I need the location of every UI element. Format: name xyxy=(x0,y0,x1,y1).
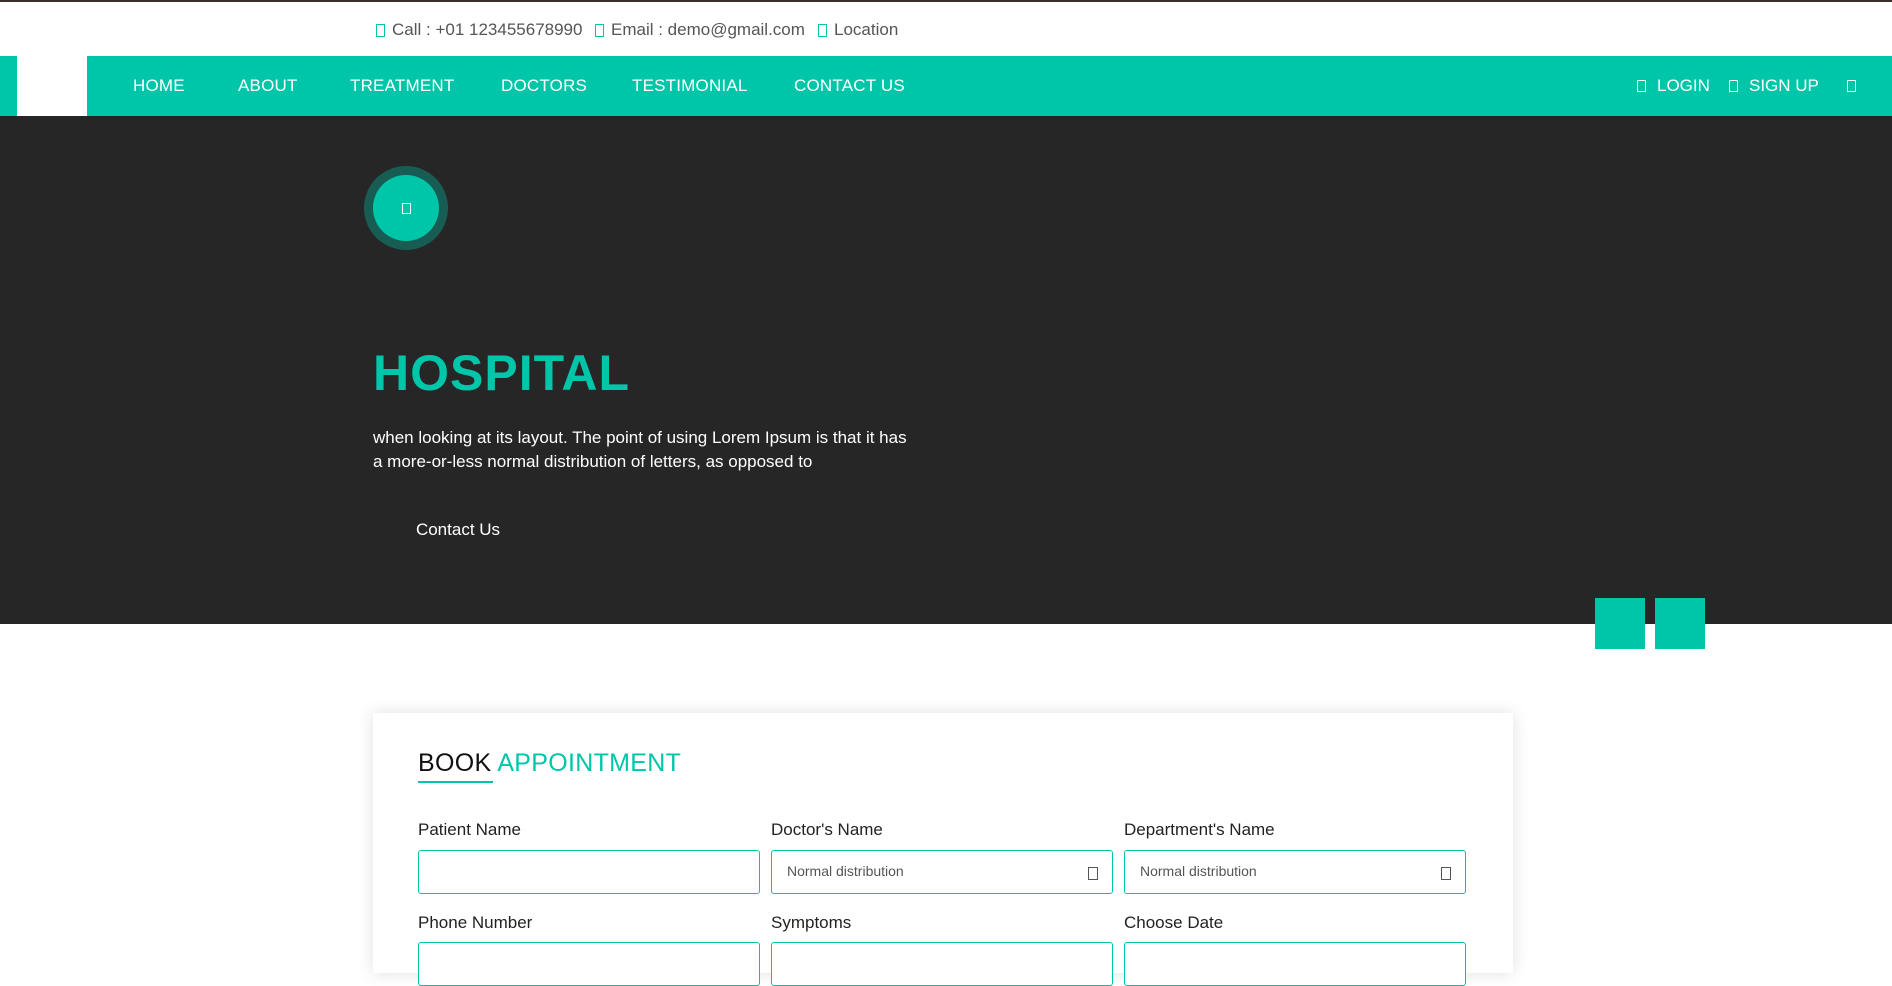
choose-date-label: Choose Date xyxy=(1124,913,1224,932)
patient-name-label: Patient Name xyxy=(418,820,521,839)
main-navbar: HOME ABOUT TREATMENT DOCTORS TESTIMONIAL… xyxy=(0,56,1892,116)
chevron-down-icon xyxy=(1441,867,1451,880)
login-label: LOGIN xyxy=(1657,76,1710,95)
play-button[interactable] xyxy=(364,166,448,250)
book-appointment-card: BOOK APPOINTMENT Patient Name Doctor's N… xyxy=(373,713,1513,986)
nav-item-treatment[interactable]: TREATMENT xyxy=(350,76,454,96)
patient-name-field[interactable] xyxy=(418,850,760,894)
contact-location[interactable]: Location xyxy=(818,20,898,40)
symptoms-field[interactable] xyxy=(771,942,1113,986)
nav-item-testimonial[interactable]: TESTIMONIAL xyxy=(632,76,748,96)
signup-link[interactable]: SIGN UP xyxy=(1729,76,1819,96)
slider-prev-button[interactable] xyxy=(1595,598,1645,649)
search-icon[interactable] xyxy=(1847,80,1856,92)
play-button-inner[interactable] xyxy=(373,175,439,241)
logo[interactable] xyxy=(17,56,87,116)
contact-email-label: Email : demo@gmail.com xyxy=(611,20,805,39)
nav-item-home[interactable]: HOME xyxy=(133,76,185,96)
login-link[interactable]: LOGIN xyxy=(1637,76,1710,96)
hero-description: when looking at its layout. The point of… xyxy=(373,428,907,471)
contact-location-label: Location xyxy=(834,20,899,39)
contact-us-button[interactable]: Contact Us xyxy=(373,508,543,552)
user-icon xyxy=(1637,80,1646,92)
phone-number-label: Phone Number xyxy=(418,913,533,932)
choose-date-field[interactable] xyxy=(1124,942,1466,986)
book-appointment-heading: BOOK APPOINTMENT xyxy=(418,749,681,778)
phone-icon xyxy=(376,23,385,37)
slider-next-button[interactable] xyxy=(1655,598,1705,649)
map-marker-icon xyxy=(818,23,827,37)
signup-label: SIGN UP xyxy=(1749,76,1819,95)
phone-number-field[interactable] xyxy=(418,942,760,986)
doctor-name-select[interactable]: Normal distribution xyxy=(771,850,1113,894)
hero-section: HOSPITAL when looking at its layout. The… xyxy=(0,116,1892,624)
department-name-value: Normal distribution xyxy=(1140,863,1257,879)
department-name-label: Department's Name xyxy=(1124,820,1275,839)
department-name-select[interactable]: Normal distribution xyxy=(1124,850,1466,894)
chevron-down-icon xyxy=(1088,867,1098,880)
contact-email[interactable]: Email : demo@gmail.com xyxy=(595,20,805,40)
contact-call-label: Call : +01 123455678990 xyxy=(392,20,583,39)
envelope-icon xyxy=(595,23,604,37)
heading-part1: BOOK xyxy=(418,749,492,777)
doctor-name-label: Doctor's Name xyxy=(771,820,883,839)
play-icon xyxy=(401,202,411,214)
doctor-name-value: Normal distribution xyxy=(787,863,904,879)
heading-underline xyxy=(418,781,493,783)
contact-call[interactable]: Call : +01 123455678990 xyxy=(376,20,582,40)
symptoms-label: Symptoms xyxy=(771,913,852,932)
hero-title: HOSPITAL xyxy=(373,345,631,401)
nav-item-contact-us[interactable]: CONTACT US xyxy=(794,76,905,96)
user-plus-icon xyxy=(1729,80,1738,92)
nav-item-about[interactable]: ABOUT xyxy=(238,76,298,96)
nav-item-doctors[interactable]: DOCTORS xyxy=(501,76,587,96)
heading-part2: APPOINTMENT xyxy=(497,749,682,777)
top-contact-bar: Call : +01 123455678990 Email : demo@gma… xyxy=(0,2,1892,56)
patient-name-input[interactable] xyxy=(419,851,759,893)
